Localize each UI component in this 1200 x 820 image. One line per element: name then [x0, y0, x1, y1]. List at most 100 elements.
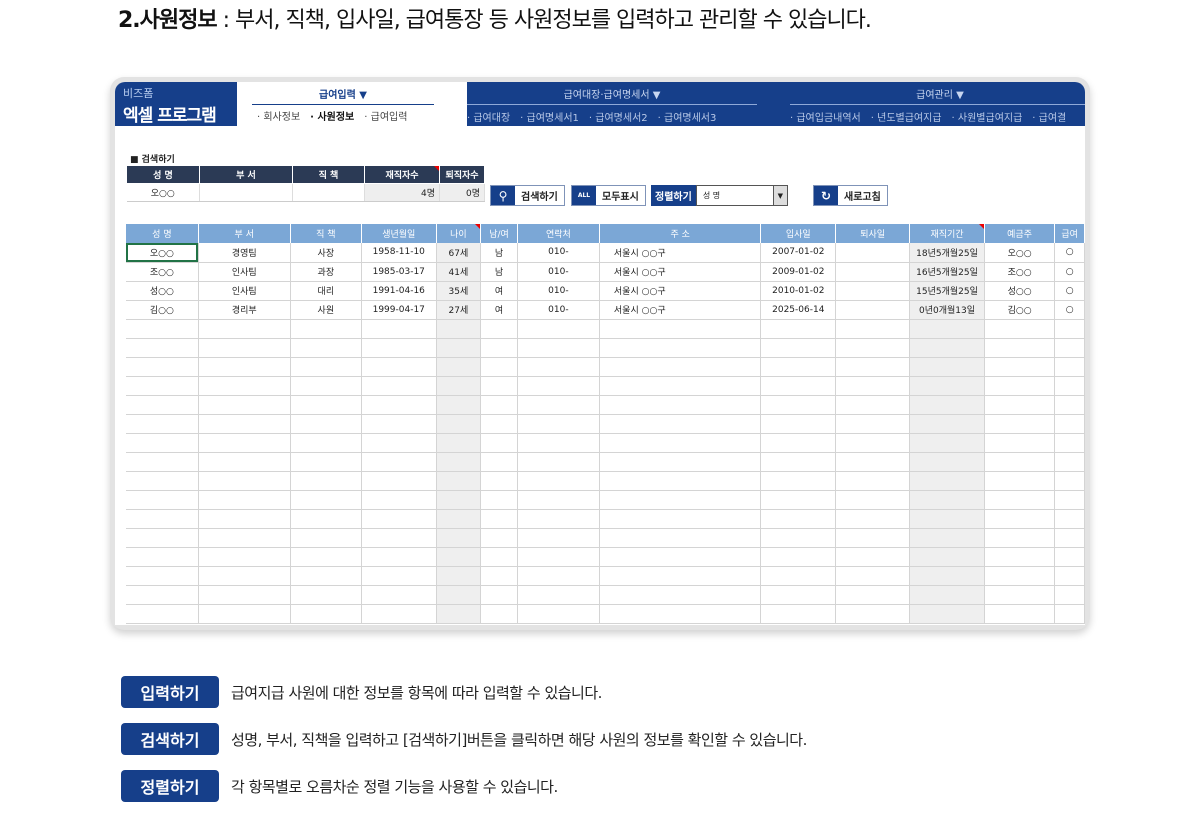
table-cell[interactable] — [760, 452, 837, 472]
search-button[interactable]: ⚲ 검색하기 — [490, 185, 565, 206]
table-cell[interactable] — [909, 509, 985, 529]
table-cell[interactable] — [126, 509, 199, 529]
table-cell[interactable]: 35세 — [436, 281, 482, 301]
table-cell[interactable] — [480, 547, 518, 567]
table-cell[interactable] — [126, 585, 199, 605]
table-cell[interactable]: 경영팀 — [198, 243, 291, 263]
table-cell[interactable] — [835, 262, 911, 282]
table-cell[interactable] — [1054, 395, 1085, 415]
table-cell[interactable] — [835, 338, 911, 358]
table-cell[interactable] — [126, 547, 199, 567]
table-cell[interactable] — [760, 585, 837, 605]
table-cell[interactable] — [835, 547, 911, 567]
table-cell[interactable] — [835, 243, 911, 263]
table-cell[interactable] — [126, 395, 199, 415]
table-cell[interactable] — [835, 471, 911, 491]
table-cell[interactable] — [480, 357, 518, 377]
table-cell[interactable]: 김○○ — [984, 300, 1056, 320]
table-cell[interactable]: 1958-11-10 — [361, 243, 437, 263]
menu-item-salary-input[interactable]: · 급여입력 — [364, 112, 407, 123]
table-cell[interactable] — [1054, 566, 1085, 586]
table-cell[interactable] — [760, 490, 837, 510]
table-cell[interactable] — [517, 452, 600, 472]
table-cell[interactable]: 15년5개월25일 — [909, 281, 985, 301]
table-cell[interactable] — [599, 395, 762, 415]
table-cell[interactable]: 16년5개월25일 — [909, 262, 985, 282]
table-cell[interactable] — [1054, 338, 1085, 358]
menu-item[interactable]: · 급여명세서2 — [589, 113, 648, 124]
table-cell[interactable] — [198, 452, 291, 472]
table-cell[interactable] — [436, 338, 482, 358]
column-header[interactable]: 주 소 — [599, 224, 762, 243]
table-cell[interactable] — [290, 585, 362, 605]
table-cell[interactable]: 41세 — [436, 262, 482, 282]
table-cell[interactable]: 서울시 ○○구 — [599, 281, 762, 301]
table-cell[interactable] — [909, 585, 985, 605]
table-cell[interactable] — [290, 566, 362, 586]
table-cell[interactable] — [361, 338, 437, 358]
table-cell[interactable]: 남 — [480, 243, 518, 263]
table-cell[interactable] — [361, 528, 437, 548]
table-cell[interactable]: 서울시 ○○구 — [599, 243, 762, 263]
table-cell[interactable] — [198, 490, 291, 510]
table-cell[interactable] — [126, 471, 199, 491]
table-cell[interactable]: 18년5개월25일 — [909, 243, 985, 263]
table-cell[interactable] — [198, 376, 291, 396]
table-cell[interactable] — [480, 395, 518, 415]
table-cell[interactable] — [436, 490, 482, 510]
table-cell[interactable] — [984, 319, 1056, 339]
table-cell[interactable] — [760, 566, 837, 586]
table-cell[interactable] — [1054, 509, 1085, 529]
table-cell[interactable] — [517, 414, 600, 434]
table-cell[interactable] — [984, 395, 1056, 415]
table-cell[interactable]: 010- — [517, 262, 600, 282]
column-header[interactable]: 퇴사일 — [835, 224, 911, 243]
table-cell[interactable] — [1054, 547, 1085, 567]
table-cell[interactable] — [126, 604, 199, 624]
table-cell[interactable] — [760, 395, 837, 415]
table-cell[interactable] — [909, 490, 985, 510]
table-cell[interactable] — [1054, 376, 1085, 396]
table-cell[interactable] — [290, 528, 362, 548]
table-cell[interactable] — [760, 376, 837, 396]
table-cell[interactable] — [909, 566, 985, 586]
menu-item[interactable]: · 급여결 — [1032, 113, 1066, 124]
table-cell[interactable]: 1985-03-17 — [361, 262, 437, 282]
table-cell[interactable] — [290, 471, 362, 491]
table-cell[interactable]: 2007-01-02 — [760, 243, 837, 263]
table-cell[interactable] — [517, 376, 600, 396]
table-cell[interactable] — [835, 395, 911, 415]
column-header[interactable]: 연락처 — [517, 224, 600, 243]
table-cell[interactable] — [599, 471, 762, 491]
table-cell[interactable] — [290, 357, 362, 377]
menu-item[interactable]: · 급여명세서3 — [658, 113, 717, 124]
table-cell[interactable] — [1054, 319, 1085, 339]
table-cell[interactable]: 2025-06-14 — [760, 300, 837, 320]
column-header[interactable]: 입사일 — [760, 224, 837, 243]
table-cell[interactable] — [599, 566, 762, 586]
table-cell[interactable] — [198, 604, 291, 624]
table-cell[interactable]: 여 — [480, 281, 518, 301]
table-cell[interactable] — [835, 604, 911, 624]
table-cell[interactable] — [290, 547, 362, 567]
table-cell[interactable] — [480, 471, 518, 491]
table-cell[interactable] — [984, 357, 1056, 377]
table-cell[interactable]: 인사팀 — [198, 281, 291, 301]
table-cell[interactable] — [599, 338, 762, 358]
table-cell[interactable] — [984, 528, 1056, 548]
table-cell[interactable] — [1054, 490, 1085, 510]
sort-button[interactable]: 정렬하기 — [651, 185, 696, 206]
table-cell[interactable] — [361, 566, 437, 586]
table-cell[interactable]: 1999-04-17 — [361, 300, 437, 320]
column-header[interactable]: 부 서 — [198, 224, 291, 243]
table-cell[interactable] — [198, 414, 291, 434]
table-cell[interactable]: 0년0개월13일 — [909, 300, 985, 320]
table-cell[interactable] — [361, 585, 437, 605]
table-cell[interactable] — [361, 376, 437, 396]
table-cell[interactable] — [760, 414, 837, 434]
table-cell[interactable] — [436, 395, 482, 415]
menu-item-employee[interactable]: · 사원정보 — [310, 112, 354, 123]
table-cell[interactable]: 성○○ — [126, 281, 199, 301]
menu-title[interactable]: 급여관리 ▼ — [790, 86, 1085, 105]
table-cell[interactable] — [517, 471, 600, 491]
